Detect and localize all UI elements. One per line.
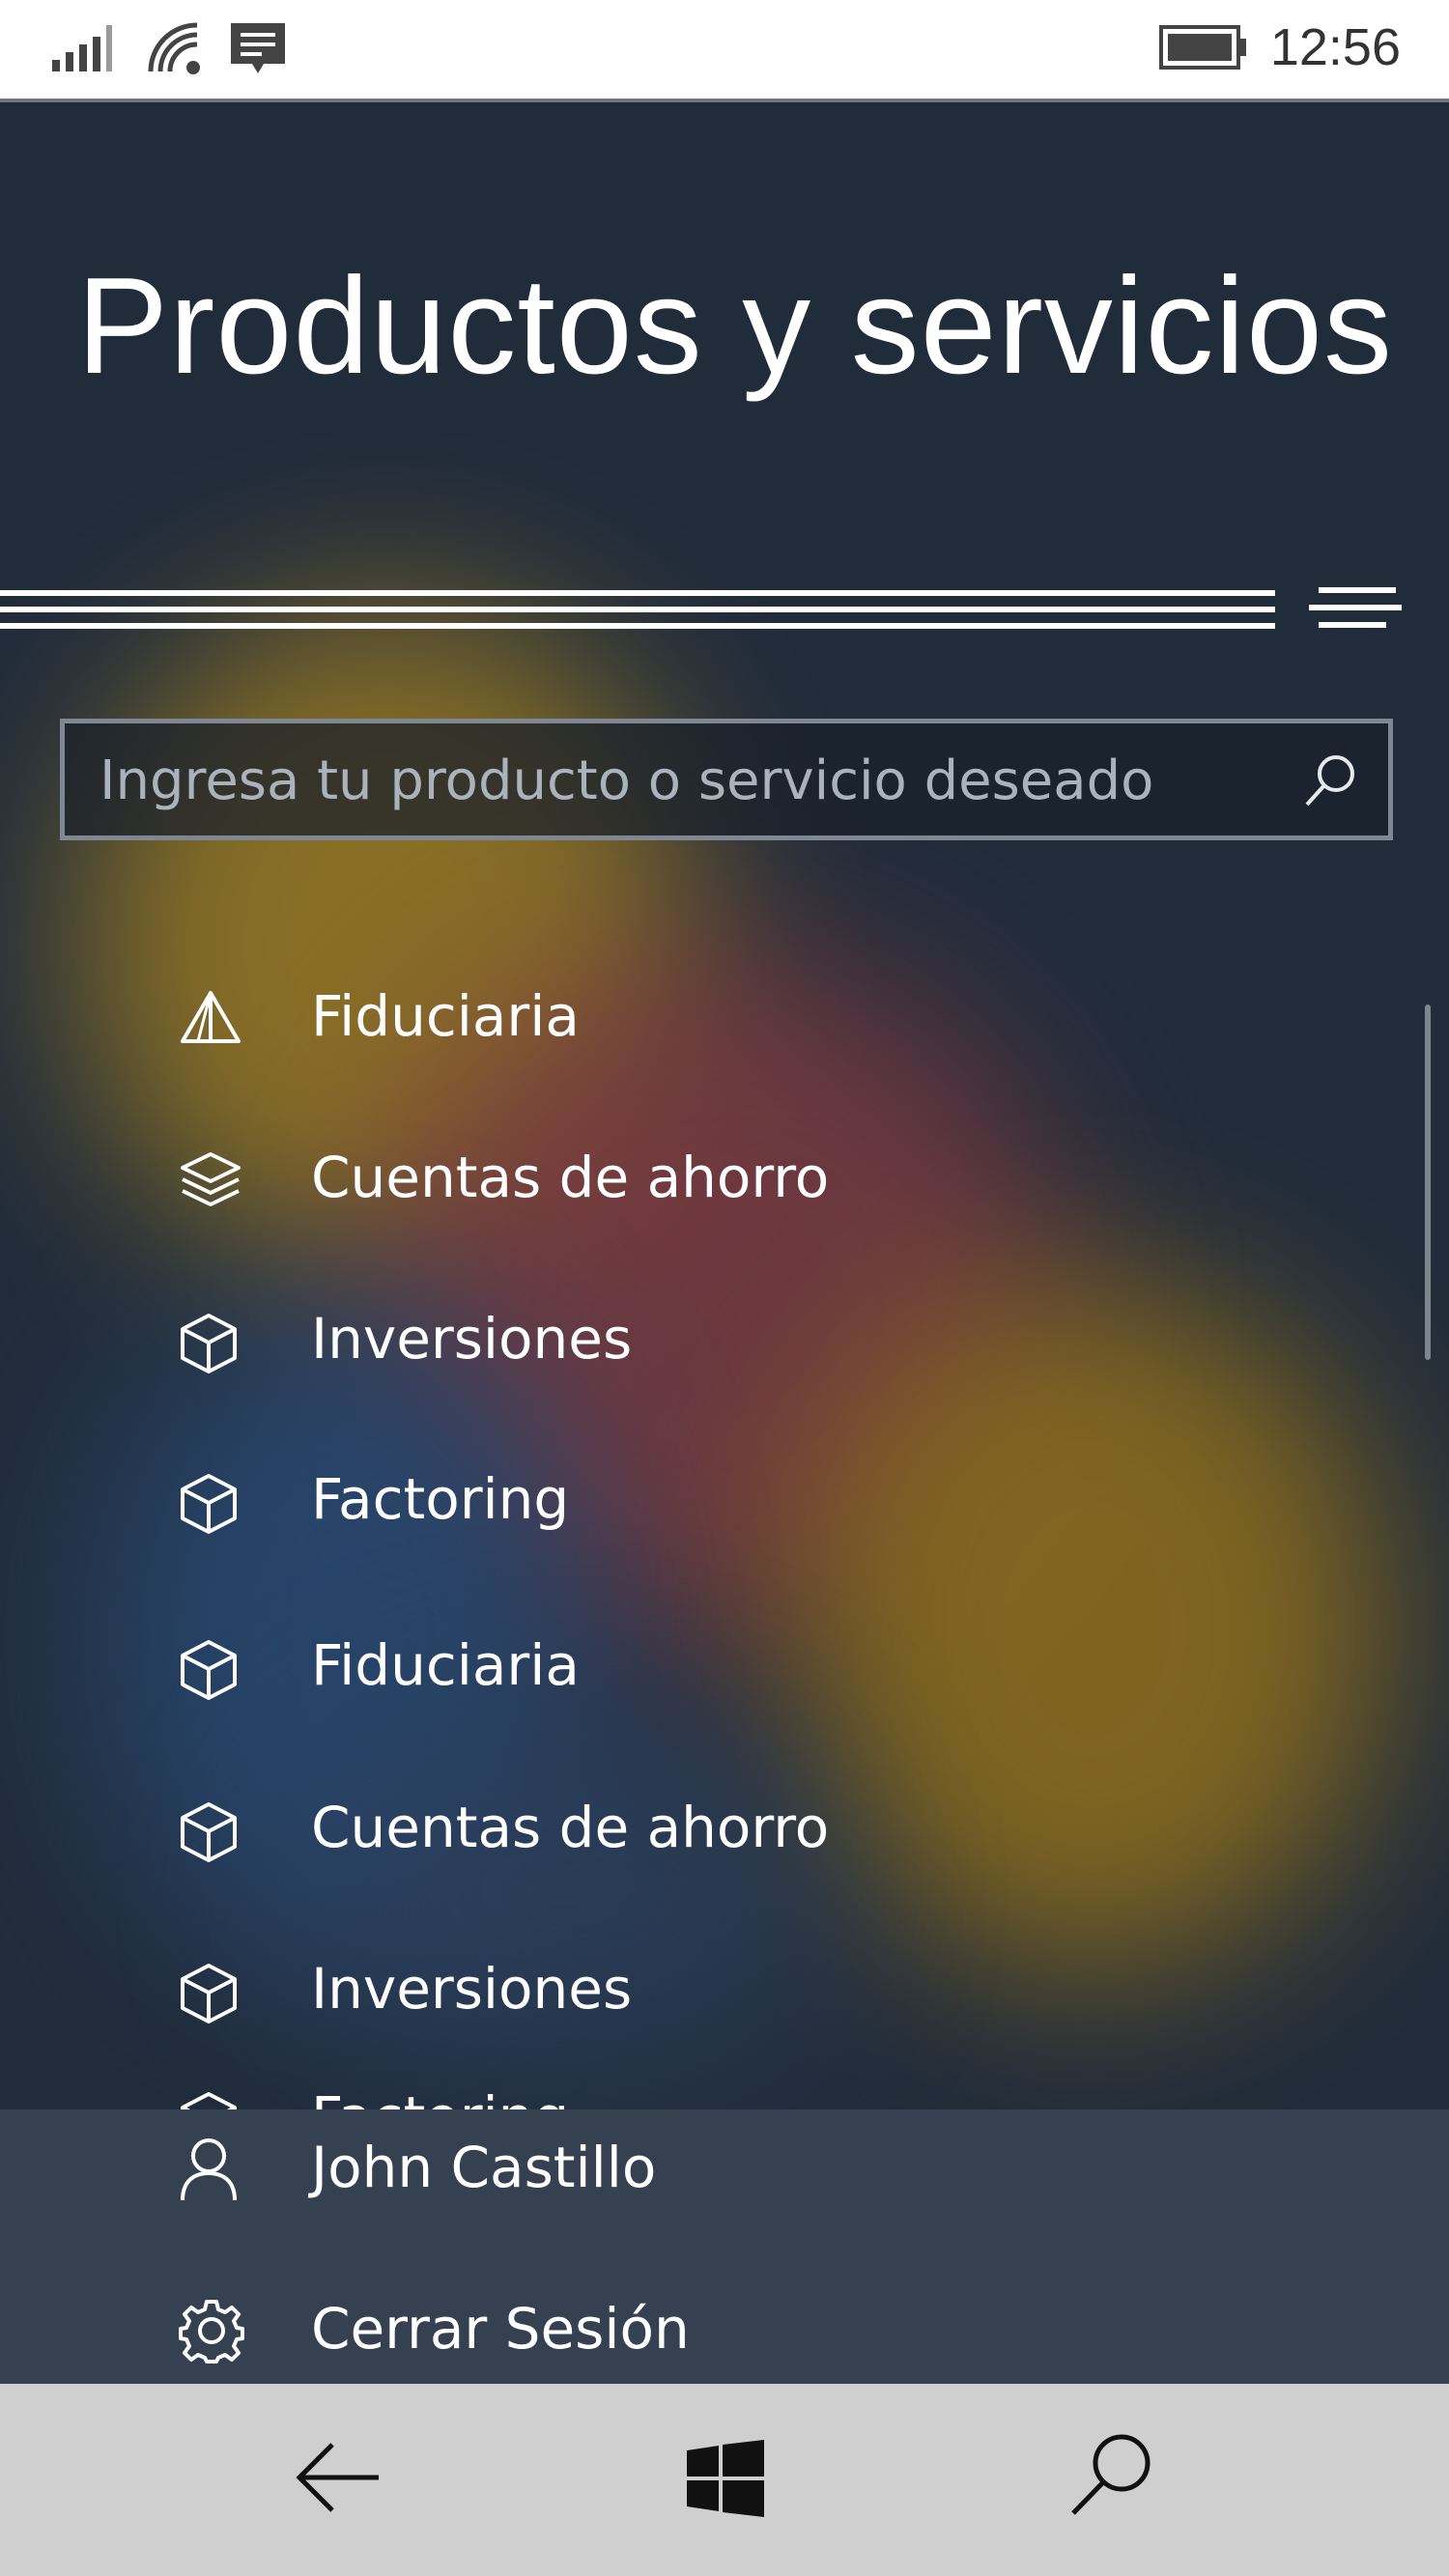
list-item-factoring[interactable]: Factoring [0, 2065, 1391, 2109]
hamburger-menu-icon[interactable] [1309, 583, 1402, 637]
main-panel: Productos y servicios Fiduciaria [0, 102, 1449, 2384]
search-input[interactable] [98, 723, 1261, 837]
list-item-fiduciaria[interactable]: Fiduciaria [0, 1613, 1391, 1719]
cube-icon [181, 1964, 237, 2024]
page-title: Productos y servicios [76, 249, 1393, 403]
pyramid-icon [181, 991, 241, 1043]
user-name: John Castillo [311, 2135, 657, 2200]
logout-item[interactable]: Cerrar Sesión [0, 2271, 1449, 2384]
logout-label: Cerrar Sesión [311, 2296, 690, 2362]
search-icon[interactable] [1301, 752, 1359, 810]
clock-time: 12:56 [1269, 18, 1401, 76]
list-item-label: Inversiones [311, 1306, 633, 1372]
wifi-icon [148, 22, 200, 74]
cube-icon [181, 1474, 237, 1534]
layers-icon [181, 1152, 241, 1206]
list-item-factoring[interactable]: Factoring [0, 1447, 1391, 1553]
search-icon[interactable] [1067, 2430, 1154, 2517]
message-icon [231, 23, 285, 73]
list-item-label: Fiduciaria [311, 1632, 580, 1698]
status-bar: 12:56 [0, 0, 1449, 102]
list-scrollbar[interactable] [1425, 1005, 1431, 1360]
header-divider-lines [0, 590, 1275, 629]
signal-icon [52, 25, 112, 71]
cube-icon [181, 2092, 237, 2109]
list-item-label: Factoring [311, 2084, 569, 2109]
cube-icon [181, 1640, 237, 1700]
list-item-inversiones[interactable]: Inversiones [0, 1287, 1391, 1393]
user-profile-item[interactable]: John Castillo [0, 2109, 1449, 2225]
list-item-label: Factoring [311, 1466, 570, 1532]
list-item-label: Inversiones [311, 1956, 633, 2022]
back-arrow-icon[interactable] [296, 2434, 383, 2521]
product-list: Fiduciaria Cuentas de ahorro Inversiones… [0, 887, 1449, 2109]
navigation-bar [0, 2384, 1449, 2576]
list-item-cuentas-de-ahorro[interactable]: Cuentas de ahorro [0, 1775, 1391, 1882]
list-item-label: Cuentas de ahorro [311, 1795, 830, 1860]
windows-icon[interactable] [687, 2440, 764, 2517]
list-item-label: Cuentas de ahorro [311, 1145, 830, 1210]
user-icon [181, 2138, 237, 2201]
list-item-inversiones[interactable]: Inversiones [0, 1937, 1391, 2043]
battery-icon [1159, 25, 1246, 70]
account-panel: John Castillo Cerrar Sesión [0, 2109, 1449, 2384]
search-box [60, 719, 1393, 840]
cube-icon [181, 1802, 237, 1862]
gear-icon [179, 2300, 244, 2364]
list-item-fiduciaria[interactable]: Fiduciaria [0, 964, 1391, 1070]
list-item-cuentas-de-ahorro[interactable]: Cuentas de ahorro [0, 1125, 1391, 1231]
cube-icon [181, 1314, 237, 1373]
list-item-label: Fiduciaria [311, 983, 580, 1049]
